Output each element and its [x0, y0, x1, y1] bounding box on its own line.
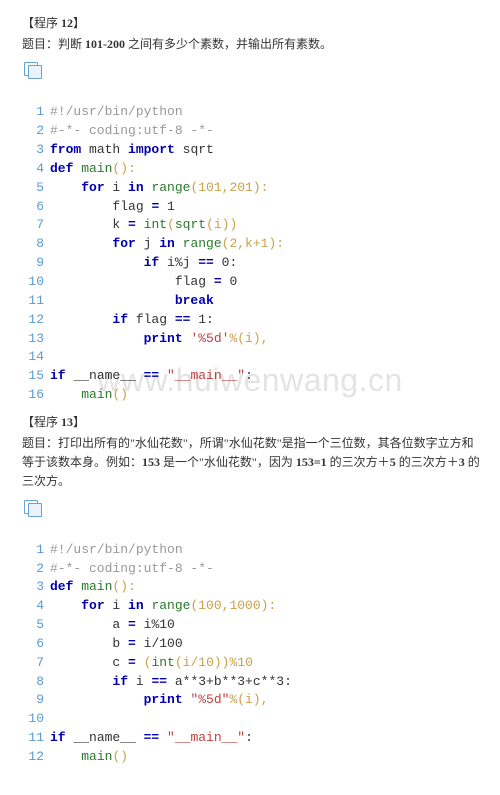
code-icon [24, 500, 44, 514]
program-12-desc: 题目：判断 101-200 之间有多少个素数，并输出所有素数。 [22, 35, 480, 54]
document-page: www.huiwenwang.cn 【程序 12】 题目：判断 101-200 … [0, 0, 500, 795]
program-13-desc: 题目：打印出所有的"水仙花数"，所谓"水仙花数"是指一个三位数，其各位数字立方和… [22, 434, 480, 492]
code-block-12: 1#!/usr/bin/python 2#-*- coding:utf-8 -*… [22, 85, 480, 405]
code-block-13: 1#!/usr/bin/python 2#-*- coding:utf-8 -*… [22, 522, 480, 767]
code-icon [24, 62, 44, 76]
program-12-title: 【程序 12】 [22, 14, 480, 33]
program-13-title: 【程序 13】 [22, 413, 480, 432]
